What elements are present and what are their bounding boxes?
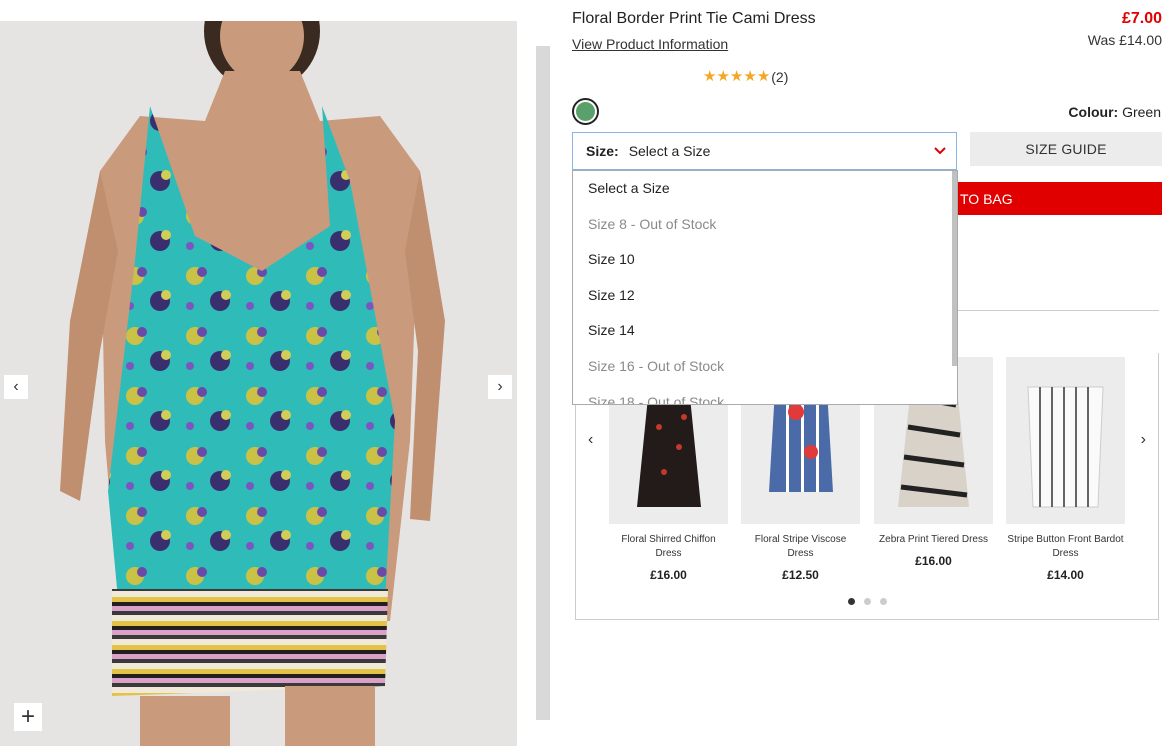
product-image: [60, 21, 445, 746]
size-option[interactable]: Size 12: [573, 278, 957, 314]
size-option[interactable]: Size 14: [573, 313, 957, 349]
product-card-image: [1006, 357, 1125, 524]
image-prev-button[interactable]: ‹: [4, 375, 28, 399]
size-option[interactable]: Size 18 - Out of Stock: [573, 385, 957, 404]
dropdown-scrollbar[interactable]: [952, 171, 957, 366]
size-select-label: Size:: [586, 143, 619, 159]
product-card[interactable]: Stripe Button Front Bardot Dress £14.00: [1006, 357, 1125, 582]
add-to-bag-label: TO BAG: [960, 190, 1013, 207]
image-next-button[interactable]: ›: [488, 375, 512, 399]
zoom-button[interactable]: +: [14, 703, 42, 731]
star-icon: ★: [743, 68, 757, 85]
was-price: Was £14.00: [1087, 32, 1162, 48]
star-icon: ★: [756, 68, 771, 85]
carousel-dot[interactable]: [848, 598, 855, 605]
chevron-down-icon: [934, 147, 946, 155]
colour-label-value: Green: [1122, 104, 1161, 120]
product-card-name: Floral Stripe Viscose Dress: [754, 534, 847, 559]
size-option[interactable]: Select a Size: [573, 171, 957, 207]
page-scrollbar[interactable]: [536, 46, 550, 720]
carousel-pagination: [848, 598, 887, 605]
chevron-left-icon: ‹: [588, 431, 594, 448]
product-card-name: Stripe Button Front Bardot Dress: [1007, 534, 1124, 559]
product-title: Floral Border Print Tie Cami Dress: [572, 10, 816, 27]
product-card-price: £12.50: [782, 568, 819, 582]
product-image-gallery[interactable]: ‹ › +: [0, 21, 517, 746]
product-card-price: £16.00: [915, 554, 952, 568]
current-price: £7.00: [1121, 10, 1162, 27]
size-select[interactable]: Size: Select a Size: [572, 132, 957, 170]
star-icon: ★: [729, 68, 744, 85]
chevron-right-icon: ›: [1140, 431, 1146, 448]
chevron-left-icon: ‹: [13, 378, 19, 395]
view-product-info-link[interactable]: View Product Information: [572, 36, 728, 52]
product-card-name: Zebra Print Tiered Dress: [879, 534, 988, 545]
rating-count: (2): [771, 69, 789, 85]
size-option[interactable]: Size 16 - Out of Stock: [573, 349, 957, 385]
carousel-dot[interactable]: [864, 598, 871, 605]
size-option[interactable]: Size 10: [573, 242, 957, 278]
product-card-name: Floral Shirred Chiffon Dress: [621, 534, 716, 559]
colour-label: Colour: Green: [1068, 104, 1161, 120]
carousel-dot[interactable]: [880, 598, 887, 605]
carousel-next-button[interactable]: ›: [1141, 431, 1146, 449]
colour-swatch-green[interactable]: [572, 98, 599, 125]
product-card-price: £16.00: [650, 568, 687, 582]
rating[interactable]: ★ ★ ★ ★ ★ (2): [703, 68, 789, 86]
star-icon: ★: [716, 68, 730, 85]
chevron-right-icon: ›: [497, 378, 503, 395]
carousel-prev-button[interactable]: ‹: [588, 431, 593, 449]
swatch-fill: [576, 102, 595, 121]
size-dropdown-list[interactable]: Select a Size Size 8 - Out of Stock Size…: [572, 170, 958, 405]
size-select-value: Select a Size: [628, 143, 711, 159]
product-card-price: £14.00: [1047, 568, 1084, 582]
colour-label-key: Colour:: [1068, 104, 1119, 120]
plus-icon: +: [20, 703, 35, 730]
star-icon: ★: [703, 68, 717, 85]
product-card-photo: [1006, 357, 1125, 524]
size-guide-button[interactable]: SIZE GUIDE: [970, 132, 1162, 166]
size-option[interactable]: Size 8 - Out of Stock: [573, 207, 957, 243]
